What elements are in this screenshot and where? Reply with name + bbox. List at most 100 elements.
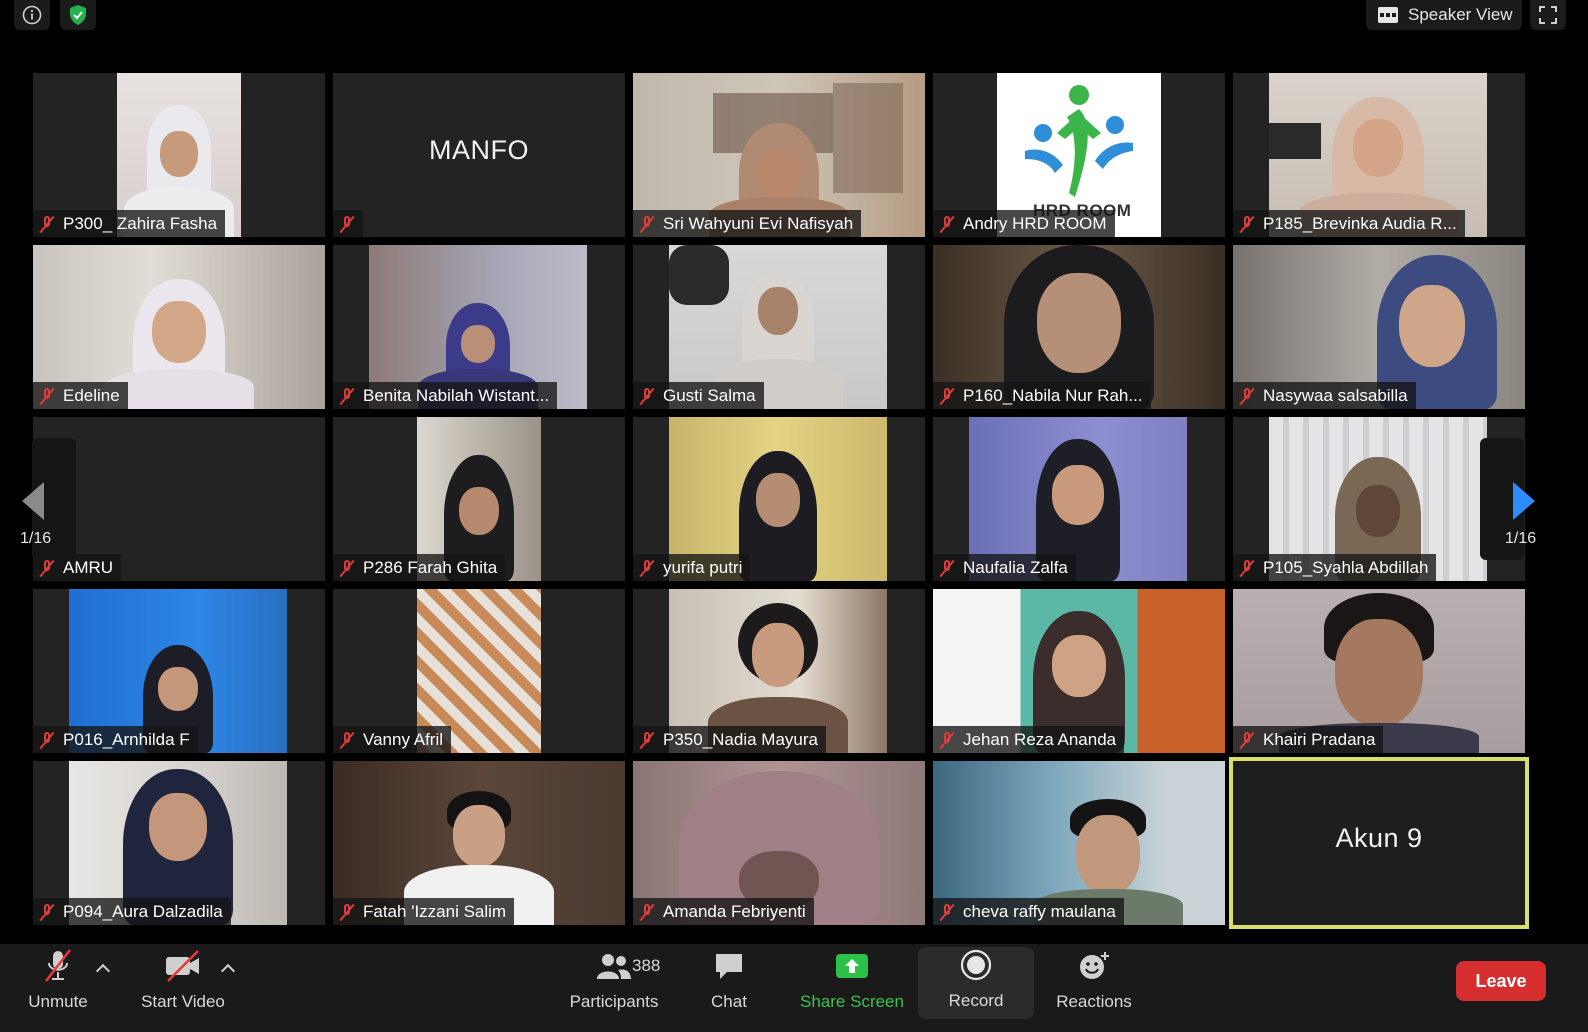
participant-tile[interactable]: Sri Wahyuni Evi Nafisyah [633,73,925,237]
share-screen-icon [834,948,870,984]
muted-mic-icon [1239,215,1255,233]
participant-nameplate: Jehan Reza Ananda [933,726,1125,753]
participant-display-name: MANFO [429,135,529,165]
record-icon [960,947,992,983]
participant-tile[interactable]: Nasywaa salsabilla [1233,245,1525,409]
info-button[interactable] [14,0,50,30]
participant-name: Vanny Afril [363,729,444,749]
participant-nameplate: Khairi Pradana [1233,726,1384,753]
participant-name: cheva raffy maulana [963,901,1116,921]
participant-nameplate: Gusti Salma [633,382,764,409]
participant-tile[interactable]: Fatah 'Izzani Salim [333,761,625,925]
participant-tile[interactable]: Gusti Salma [633,245,925,409]
muted-mic-icon [39,215,55,233]
encryption-button[interactable] [60,0,96,30]
participant-nameplate: P016_Arnhilda F [33,726,198,753]
participant-name: AMRU [63,557,114,577]
participant-nameplate: P185_Brevinka Audia R... [1233,210,1465,237]
muted-mic-icon [639,903,655,921]
participant-tile[interactable]: P185_Brevinka Audia R... [1233,73,1525,237]
participant-tile[interactable]: P350_Nadia Mayura [633,589,925,753]
participant-tile[interactable]: yurifa putri [633,417,925,581]
participants-count-badge: 388 [632,956,661,975]
participant-name: P350_Nadia Mayura [663,729,818,749]
participant-tile[interactable]: Edeline [33,245,325,409]
page-indicator-right: 1/16 [1505,530,1537,547]
meeting-toolbar [0,944,1588,1032]
participant-name: Sri Wahyuni Evi Nafisyah [663,213,854,233]
participant-nameplate: Andry HRD ROOM [933,210,1115,237]
chat-bubble-icon [713,948,745,984]
start-video-label: Start Video [141,992,225,1011]
info-icon [22,5,42,25]
muted-mic-icon [639,215,655,233]
muted-mic-icon [939,215,955,233]
participant-nameplate: Sri Wahyuni Evi Nafisyah [633,210,862,237]
participant-nameplate: Nasywaa salsabilla [1233,382,1416,409]
leave-meeting-button[interactable]: Leave [1456,961,1546,1001]
participant-name: Khairi Pradana [1263,729,1376,749]
participant-name: Naufalia Zalfa [963,557,1068,577]
muted-mic-icon [39,903,55,921]
reactions-button[interactable]: Reactions [1050,944,1138,1020]
participant-name: Gusti Salma [663,385,756,405]
participant-tile[interactable]: P016_Arnhilda F [33,589,325,753]
muted-mic-icon [339,559,355,577]
share-screen-button[interactable]: Share Screen [796,944,908,1020]
unmute-button[interactable]: Unmute [20,944,96,1020]
gallery-grid: P300_ Zahira Fasha MANFO Sri Wahyuni Evi… [33,73,1549,937]
previous-page-arrow-icon[interactable] [22,482,44,520]
participant-name: Jehan Reza Ananda [963,729,1117,749]
shield-check-icon [70,5,86,25]
participant-nameplate: P350_Nadia Mayura [633,726,826,753]
participant-tile[interactable]: Khairi Pradana [1233,589,1525,753]
muted-mic-icon [39,559,55,577]
fullscreen-icon [1539,6,1557,24]
participant-name: Fatah 'Izzani Salim [363,901,507,921]
participant-tile[interactable]: cheva raffy maulana [933,761,1225,925]
participant-nameplate: yurifa putri [633,554,751,581]
participant-tile[interactable]: Naufalia Zalfa [933,417,1225,581]
participant-tile[interactable]: P286 Farah Ghita [333,417,625,581]
participant-nameplate: P105_Syahla Abdillah [1233,554,1437,581]
active-speaker-tile[interactable]: Akun 9 [1229,757,1529,929]
participants-label: Participants [569,992,659,1011]
participant-tile[interactable]: P300_ Zahira Fasha [33,73,325,237]
participant-nameplate: Edeline [33,382,128,409]
participant-name: P094_Aura Dalzadila [63,901,223,921]
muted-mic-icon [339,731,355,749]
participant-tile[interactable]: HRD ROOM Andry HRD ROOM [933,73,1225,237]
muted-mic-icon [639,731,655,749]
participant-tile[interactable]: P160_Nabila Nur Rah... [933,245,1225,409]
participants-icon [596,948,632,984]
muted-mic-icon [339,215,355,233]
muted-mic-icon [1239,559,1255,577]
muted-microphone-icon [42,948,74,984]
chat-button[interactable]: Chat [700,944,758,1020]
participant-nameplate: Vanny Afril [333,726,452,753]
next-page-arrow-icon[interactable] [1513,482,1535,520]
participant-tile[interactable]: Vanny Afril [333,589,625,753]
muted-mic-icon [39,731,55,749]
participant-tile[interactable]: Benita Nabilah Wistant... [333,245,625,409]
record-button[interactable]: Record [918,947,1034,1019]
participant-tile[interactable]: AMRU [33,417,325,581]
grid-view-icon [1378,7,1398,23]
muted-mic-icon [639,559,655,577]
speaker-view-button[interactable]: Speaker View [1366,0,1522,30]
muted-mic-icon [1239,731,1255,749]
start-video-button[interactable]: Start Video [136,944,230,1020]
participant-tile[interactable]: MANFO [333,73,625,237]
participant-nameplate: Fatah 'Izzani Salim [333,898,515,925]
fullscreen-button[interactable] [1530,0,1566,30]
muted-mic-icon [339,387,355,405]
page-indicator-left: 1/16 [20,530,52,547]
participant-nameplate: P160_Nabila Nur Rah... [933,382,1151,409]
participant-tile[interactable]: P094_Aura Dalzadila [33,761,325,925]
participant-nameplate: Amanda Febriyenti [633,898,814,925]
participant-display-name: Akun 9 [1335,823,1423,853]
participant-tile[interactable]: Jehan Reza Ananda [933,589,1225,753]
participant-tile[interactable]: Amanda Febriyenti [633,761,925,925]
participant-name: Amanda Febriyenti [663,901,806,921]
reactions-label: Reactions [1056,992,1132,1011]
